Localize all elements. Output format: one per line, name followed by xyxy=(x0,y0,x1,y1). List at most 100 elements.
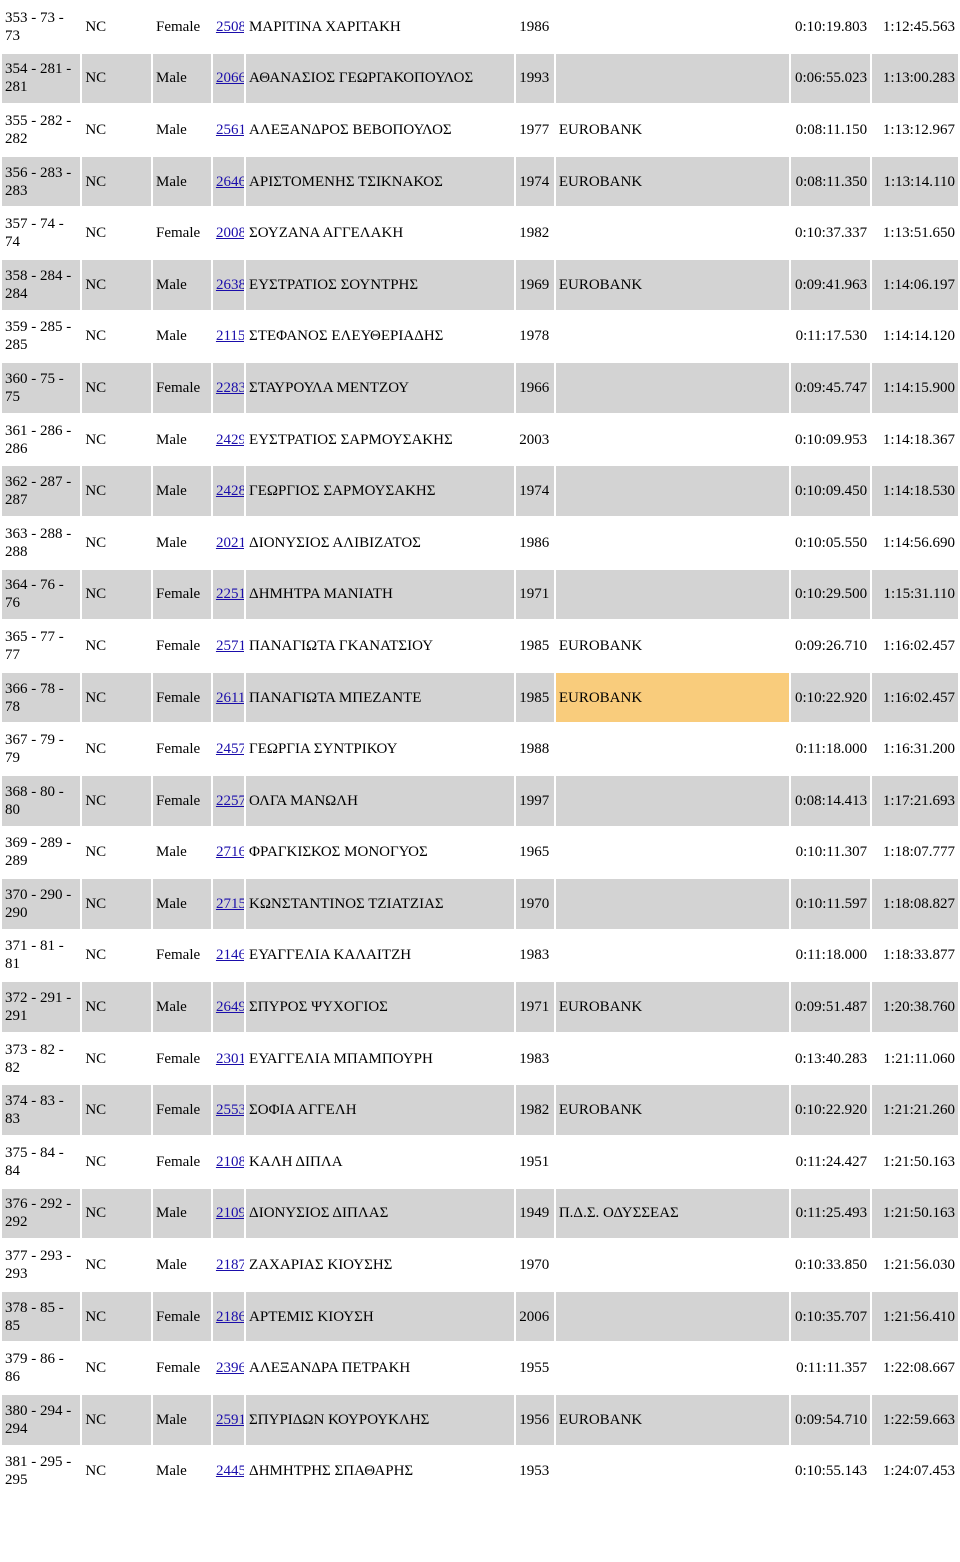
category-cell: NC xyxy=(82,156,151,207)
bib-link[interactable]: 2021 xyxy=(216,535,244,551)
bib-cell: 2257 xyxy=(212,775,245,826)
birth-year-cell: 1974 xyxy=(516,156,554,207)
club-cell: EUROBANK xyxy=(555,105,789,155)
finish-time-cell: 1:14:15.900 xyxy=(872,363,958,413)
split-time-cell: 0:10:55.143 xyxy=(790,1446,871,1497)
bib-link[interactable]: 2301 xyxy=(216,1051,244,1067)
table-row: 355 - 282 - 282 NC Male 2561 ΑΛΕΞΑΝΔΡΟΣ ΒΕΒΟ… xyxy=(2,105,958,155)
rank-cell: 357 - 74 - 74 xyxy=(2,208,81,258)
bib-link[interactable]: 2646 xyxy=(216,174,244,190)
finish-time-cell: 1:13:51.650 xyxy=(872,208,958,258)
bib-link[interactable]: 2457 xyxy=(216,741,244,757)
club-cell xyxy=(555,1291,789,1342)
rank-cell: 358 - 284 - 284 xyxy=(2,259,81,310)
finish-time-cell: 1:20:38.760 xyxy=(872,982,958,1032)
bib-link[interactable]: 2109 xyxy=(216,1205,244,1221)
rank-cell: 354 - 281 - 281 xyxy=(2,53,81,104)
table-row: 373 - 82 - 82 NC Female 2301 ΕΥΑΓΓΕΛΙΑ ΜΠΑΜΠ… xyxy=(2,1033,958,1084)
gender-cell: Female xyxy=(153,1085,211,1136)
gender-cell: Male xyxy=(153,466,211,516)
table-row: 364 - 76 - 76 NC Female 2251 ΔΗΜΗΤΡΑ ΜΑΝΙΑΤΗ… xyxy=(2,569,958,620)
bib-link[interactable]: 2146 xyxy=(216,947,244,963)
split-time-cell: 0:11:18.000 xyxy=(790,724,871,774)
finish-time-cell: 1:17:21.693 xyxy=(872,775,958,826)
bib-link[interactable]: 2066 xyxy=(216,70,244,86)
athlete-name-cell: ΑΡΤΕΜΙΣ ΚΙΟΥΣΗ xyxy=(246,1291,515,1342)
bib-cell: 2611 xyxy=(212,672,245,723)
gender-cell: Male xyxy=(153,53,211,104)
athlete-name-cell: ΕΥΑΓΓΕΛΙΑ ΜΠΑΜΠΟΥΡΗ xyxy=(246,1033,515,1084)
birth-year-cell: 1965 xyxy=(516,827,554,878)
gender-cell: Male xyxy=(153,259,211,310)
category-cell: NC xyxy=(82,53,151,104)
bib-cell: 2187 xyxy=(212,1240,245,1290)
bib-link[interactable]: 2251 xyxy=(216,586,244,602)
split-time-cell: 0:10:11.307 xyxy=(790,827,871,878)
split-time-cell: 0:09:51.487 xyxy=(790,982,871,1032)
athlete-name-cell: ΣΟΦΙΑ ΑΓΓΕΛΗ xyxy=(246,1085,515,1136)
birth-year-cell: 1982 xyxy=(516,1085,554,1136)
bib-link[interactable]: 2396 xyxy=(216,1360,244,1376)
gender-cell: Male xyxy=(153,982,211,1032)
birth-year-cell: 1985 xyxy=(516,672,554,723)
rank-cell: 365 - 77 - 77 xyxy=(2,621,81,671)
athlete-name-cell: ΑΡΙΣΤΟΜΕΝΗΣ ΤΣΙΚΝΑΚΟΣ xyxy=(246,156,515,207)
bib-link[interactable]: 2571 xyxy=(216,638,244,654)
split-time-cell: 0:10:09.953 xyxy=(790,414,871,465)
gender-cell: Female xyxy=(153,930,211,981)
split-time-cell: 0:10:35.707 xyxy=(790,1291,871,1342)
rank-cell: 378 - 85 - 85 xyxy=(2,1291,81,1342)
bib-cell: 2301 xyxy=(212,1033,245,1084)
finish-time-cell: 1:13:14.110 xyxy=(872,156,958,207)
bib-link[interactable]: 2561 xyxy=(216,122,244,138)
gender-cell: Male xyxy=(153,1395,211,1445)
bib-link[interactable]: 2008 xyxy=(216,225,244,241)
rank-cell: 366 - 78 - 78 xyxy=(2,672,81,723)
bib-link[interactable]: 2283 xyxy=(216,380,244,396)
bib-link[interactable]: 2429 xyxy=(216,432,244,448)
athlete-name-cell: ΔΗΜΗΤΡΑ ΜΑΝΙΑΤΗ xyxy=(246,569,515,620)
table-row: 354 - 281 - 281 NC Male 2066 ΑΘΑΝΑΣΙΟΣ ΓΕΩΡΓ… xyxy=(2,53,958,104)
athlete-name-cell: ΑΛΕΞΑΝΔΡΟΣ ΒΕΒΟΠΟΥΛΟΣ xyxy=(246,105,515,155)
bib-link[interactable]: 2186 xyxy=(216,1309,244,1325)
club-cell xyxy=(555,879,789,929)
bib-link[interactable]: 2591 xyxy=(216,1412,244,1428)
bib-link[interactable]: 2428 xyxy=(216,483,244,499)
gender-cell: Female xyxy=(153,2,211,52)
bib-link[interactable]: 2115 xyxy=(216,328,244,344)
gender-cell: Male xyxy=(153,827,211,878)
bib-cell: 2109 xyxy=(212,1188,245,1239)
birth-year-cell: 1988 xyxy=(516,724,554,774)
finish-time-cell: 1:22:08.667 xyxy=(872,1343,958,1394)
split-time-cell: 0:10:11.597 xyxy=(790,879,871,929)
table-row: 353 - 73 - 73 NC Female 2508 ΜΑΡΙΤΙΝΑ ΧΑΡΙΤΑ… xyxy=(2,2,958,52)
bib-link[interactable]: 2108 xyxy=(216,1154,244,1170)
bib-link[interactable]: 2716 xyxy=(216,844,244,860)
bib-link[interactable]: 2715 xyxy=(216,896,244,912)
bib-link[interactable]: 2553 xyxy=(216,1102,244,1118)
bib-link[interactable]: 2445 xyxy=(216,1463,244,1479)
table-row: 381 - 295 - 295 NC Male 2445 ΔΗΜΗΤΡΗΣ ΣΠΑΘΑΡ… xyxy=(2,1446,958,1497)
split-time-cell: 0:10:22.920 xyxy=(790,672,871,723)
finish-time-cell: 1:16:02.457 xyxy=(872,621,958,671)
bib-link[interactable]: 2649 xyxy=(216,999,244,1015)
birth-year-cell: 1983 xyxy=(516,1033,554,1084)
athlete-name-cell: ΚΑΛΗ ΔΙΠΛΑ xyxy=(246,1137,515,1187)
bib-cell: 2445 xyxy=(212,1446,245,1497)
split-time-cell: 0:09:54.710 xyxy=(790,1395,871,1445)
birth-year-cell: 1977 xyxy=(516,105,554,155)
bib-link[interactable]: 2257 xyxy=(216,793,244,809)
club-cell xyxy=(555,414,789,465)
bib-link[interactable]: 2611 xyxy=(216,690,244,706)
finish-time-cell: 1:14:14.120 xyxy=(872,311,958,362)
bib-link[interactable]: 2508 xyxy=(216,19,244,35)
bib-link[interactable]: 2638 xyxy=(216,277,244,293)
bib-link[interactable]: 2187 xyxy=(216,1257,244,1273)
rank-cell: 363 - 288 - 288 xyxy=(2,517,81,568)
finish-time-cell: 1:21:11.060 xyxy=(872,1033,958,1084)
birth-year-cell: 1951 xyxy=(516,1137,554,1187)
club-cell xyxy=(555,466,789,516)
rank-cell: 375 - 84 - 84 xyxy=(2,1137,81,1187)
gender-cell: Male xyxy=(153,414,211,465)
rank-cell: 359 - 285 - 285 xyxy=(2,311,81,362)
